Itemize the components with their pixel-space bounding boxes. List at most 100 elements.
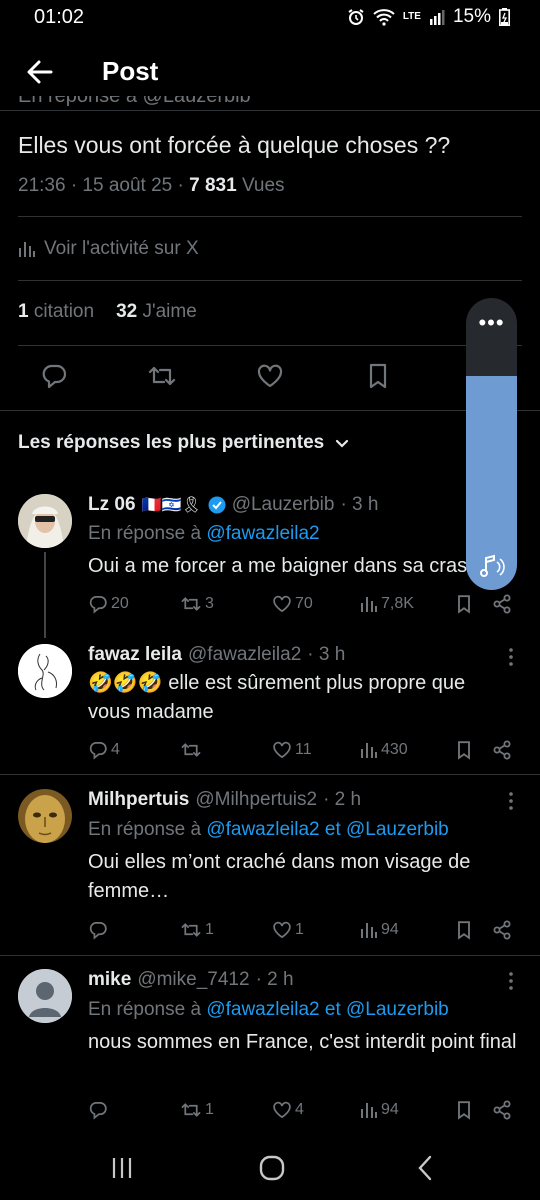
recent-apps-button[interactable] [110, 1156, 134, 1180]
reply-button[interactable] [88, 918, 111, 942]
like-button[interactable]: 70 [272, 592, 313, 616]
music-note-icon[interactable] [476, 550, 508, 582]
volume-panel[interactable]: ••• [466, 298, 517, 590]
bookmark-button[interactable] [454, 738, 474, 762]
alarm-icon [348, 9, 364, 25]
share-icon [493, 740, 511, 760]
share-button[interactable] [492, 738, 512, 762]
reply-button[interactable] [36, 358, 72, 394]
share-button[interactable] [492, 592, 512, 616]
reply-text: 🤣🤣🤣 elle est sûrement plus propre que vo… [88, 672, 466, 723]
share-button[interactable] [492, 1098, 512, 1122]
back-button[interactable] [24, 56, 56, 88]
likes-stat[interactable]: 32 J'aime [116, 301, 197, 323]
like-icon [273, 741, 291, 759]
reply-button[interactable]: 4 [88, 738, 120, 762]
replies-sort-dropdown[interactable]: Les réponses les plus pertinentes [18, 432, 350, 454]
chart-icon [361, 597, 377, 612]
mention-link[interactable]: @fawazleila2 [206, 523, 319, 544]
views-button[interactable]: 430 [360, 738, 408, 762]
reply-actions: 1 4 94 [88, 1098, 528, 1122]
views-count: 94 [381, 1101, 399, 1118]
like-button[interactable]: 4 [272, 1098, 304, 1122]
like-count: 11 [295, 741, 312, 758]
more-button[interactable] [508, 792, 516, 810]
more-button[interactable] [508, 972, 516, 990]
like-icon [273, 1101, 291, 1119]
like-count: 1 [295, 921, 304, 938]
like-count: 70 [295, 595, 313, 612]
views-label: Vues [236, 175, 285, 196]
repost-button[interactable] [180, 738, 205, 762]
reply-icon [42, 364, 67, 389]
reply-time: · 3 h [307, 644, 346, 665]
reply-icon [89, 1102, 107, 1120]
more-button[interactable] [508, 648, 516, 666]
like-icon [273, 921, 291, 939]
reply-count: 20 [111, 595, 129, 612]
reply-button[interactable]: 20 [88, 592, 129, 616]
bookmark-button[interactable] [454, 592, 474, 616]
avatar-image [18, 494, 72, 548]
home-icon [259, 1155, 285, 1181]
reply-actions: 4 11 430 [88, 738, 528, 762]
wifi-icon [373, 9, 395, 26]
replying-to: En réponse à @fawazleila2 et @Lauzerbib [88, 999, 449, 1020]
avatar[interactable] [18, 644, 72, 698]
more-icon[interactable]: ••• [474, 310, 509, 335]
replying-to: En réponse à @fawazleila2 [88, 523, 320, 544]
share-icon [493, 920, 511, 940]
mention-link[interactable]: @fawazleila2 et @Lauzerbib [206, 999, 448, 1020]
reply-button[interactable] [88, 1098, 111, 1122]
repost-button[interactable]: 1 [180, 918, 214, 942]
bookmark-button[interactable] [360, 358, 396, 394]
like-button[interactable] [252, 358, 288, 394]
quotes-stat[interactable]: 1 citation [18, 301, 94, 323]
bookmark-button[interactable] [454, 918, 474, 942]
repost-icon [181, 923, 201, 937]
page-title: Post [102, 56, 159, 86]
views-count: 7 831 [189, 175, 237, 196]
back-icon [418, 1155, 432, 1181]
sort-label: Les réponses les plus pertinentes [18, 432, 325, 453]
bookmark-icon [458, 595, 470, 614]
back-nav-button[interactable] [412, 1154, 440, 1182]
repost-button[interactable] [144, 358, 180, 394]
back-arrow-icon [27, 60, 53, 84]
reply-author-name: Lz 06 [88, 494, 136, 515]
reply-icon [89, 596, 107, 614]
views-button[interactable]: 94 [360, 918, 399, 942]
views-count: 7,8K [381, 595, 414, 612]
view-activity-link[interactable]: Voir l'activité sur X [18, 238, 199, 260]
views-button[interactable]: 94 [360, 1098, 399, 1122]
post-text: Elles vous ont forcée à quelque choses ?… [18, 132, 451, 158]
verified-icon [208, 496, 226, 514]
repost-button[interactable]: 1 [180, 1098, 214, 1122]
home-button[interactable] [258, 1154, 286, 1182]
avatar[interactable] [18, 969, 72, 1023]
bookmark-icon [369, 363, 387, 389]
reply-handle: @mike_7412 [137, 969, 250, 990]
avatar-image [18, 789, 72, 843]
reply-time: · 2 h [323, 789, 362, 810]
mention-link[interactable]: @fawazleila2 et @Lauzerbib [206, 819, 448, 840]
repost-count: 1 [205, 921, 214, 938]
reply-author-name: Milhpertuis [88, 789, 190, 810]
avatar[interactable] [18, 494, 72, 548]
share-button[interactable] [492, 918, 512, 942]
chevron-down-icon [336, 439, 349, 448]
reply-time: · 3 h [340, 494, 379, 515]
bookmark-button[interactable] [454, 1098, 474, 1122]
share-icon [493, 1100, 511, 1120]
signal-icon [429, 10, 445, 25]
post-timestamp: 21:36 · 15 août 25 · [18, 175, 190, 196]
more-icon [509, 972, 513, 990]
like-button[interactable]: 11 [272, 738, 312, 762]
repost-button[interactable]: 3 [180, 592, 214, 616]
more-icon [509, 648, 513, 666]
avatar[interactable] [18, 789, 72, 843]
more-icon [509, 792, 513, 810]
like-button[interactable]: 1 [272, 918, 304, 942]
repost-icon [181, 597, 201, 611]
views-button[interactable]: 7,8K [360, 592, 414, 616]
